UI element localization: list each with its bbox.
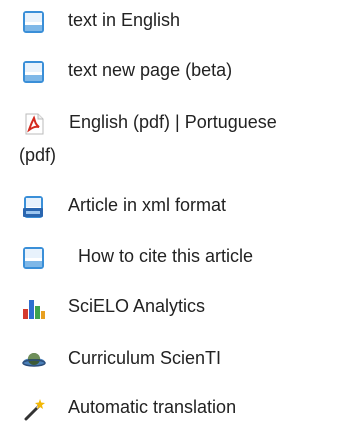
document-icon: [22, 60, 46, 84]
link-label: Article in xml format: [68, 195, 227, 215]
pdf-links: English (pdf) | Portuguese (pdf): [19, 107, 358, 173]
link-label: Curriculum ScienTI: [68, 348, 222, 368]
pdf-icon: [22, 112, 46, 136]
portuguese-pdf-link[interactable]: (pdf): [19, 140, 56, 170]
link-label: text new page (beta): [68, 60, 233, 80]
document-icon: [22, 10, 46, 34]
link-label: How to cite this article: [78, 246, 254, 266]
document-icon: [22, 246, 46, 270]
article-links-panel: text in English text new page (beta) Eng…: [0, 0, 358, 425]
planet-icon: [22, 348, 46, 372]
xml-icon: [22, 195, 46, 219]
magic-wand-icon: [22, 397, 46, 421]
english-pdf-link[interactable]: English (pdf) | Portuguese: [69, 107, 277, 137]
link-label: text in English: [68, 10, 181, 30]
link-label: Automatic translation: [68, 397, 237, 417]
link-label: SciELO Analytics: [68, 296, 206, 316]
bar-chart-icon: [22, 296, 46, 320]
